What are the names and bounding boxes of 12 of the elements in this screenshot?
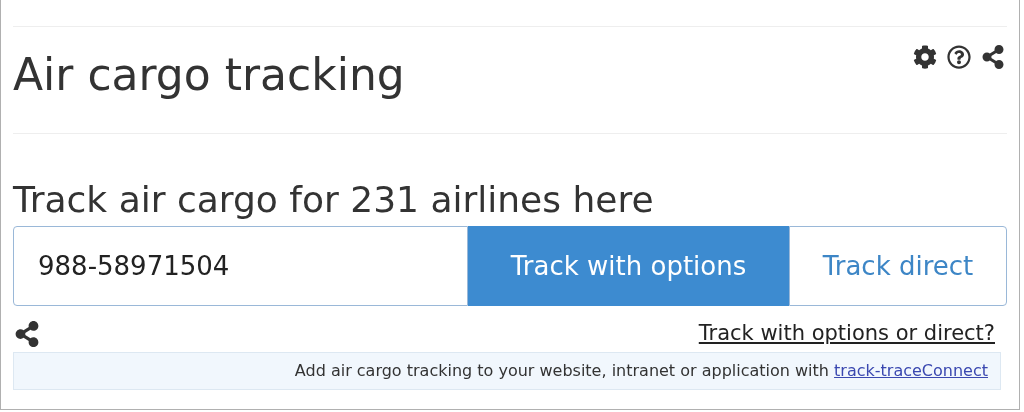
connect-link[interactable]: track-traceConnect bbox=[834, 361, 988, 380]
share-icon[interactable] bbox=[14, 321, 40, 347]
share-icon[interactable] bbox=[981, 45, 1005, 69]
promo-text: Add air cargo tracking to your website, intranet or application with track-traceConnect bbox=[294, 360, 988, 382]
subtitle: Track air cargo for 231 airlines here bbox=[13, 178, 655, 222]
track-button[interactable]: Track direct bbox=[789, 226, 1007, 306]
track-button[interactable]: Track with options bbox=[468, 226, 789, 306]
page-title: Air cargo tracking bbox=[13, 53, 405, 97]
help-icon[interactable] bbox=[947, 45, 971, 69]
help-link[interactable]: Track with options or direct? bbox=[698, 318, 995, 350]
settings-icon[interactable] bbox=[913, 45, 937, 69]
tracking-number-field[interactable]: 988-58971504 bbox=[13, 226, 468, 306]
